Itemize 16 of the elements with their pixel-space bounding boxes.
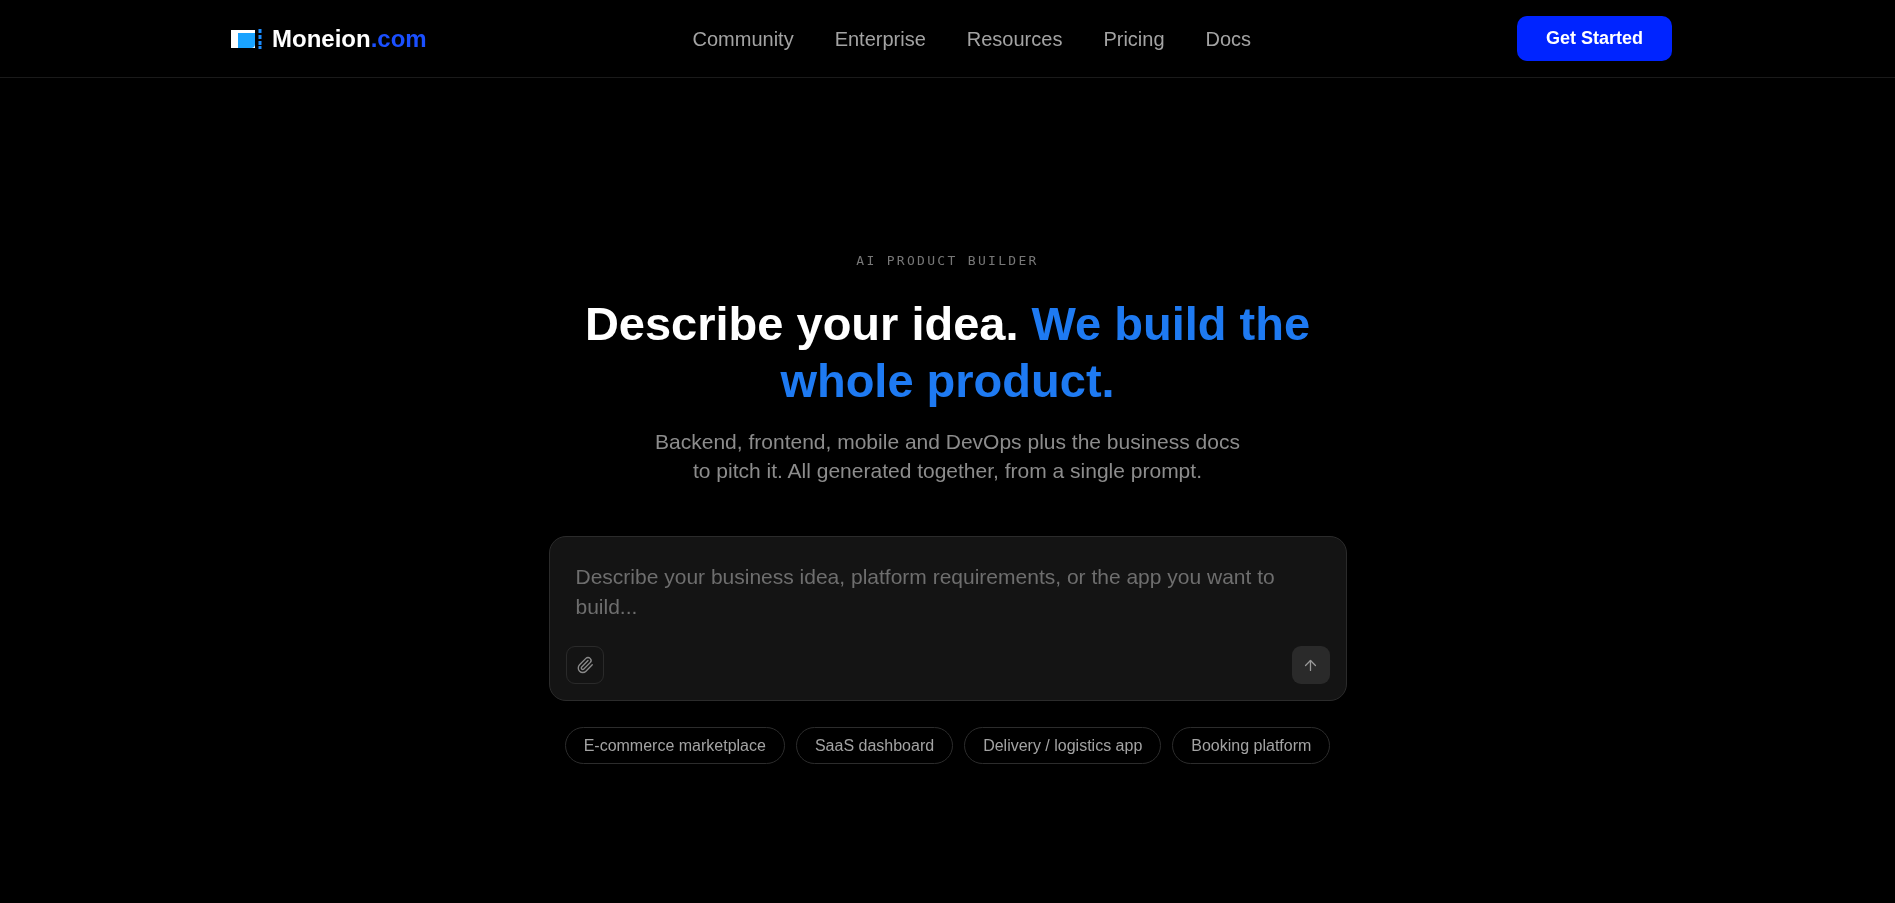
get-started-button[interactable]: Get Started bbox=[1516, 16, 1672, 61]
eyebrow-label: AI PRODUCT BUILDER bbox=[856, 252, 1039, 269]
nav-link[interactable]: Resources bbox=[966, 26, 1063, 51]
nav-link[interactable]: Enterprise bbox=[834, 26, 926, 51]
hero-heading: Describe your idea. We build the whole product. bbox=[583, 296, 1312, 409]
nav-link[interactable]: Pricing bbox=[1103, 26, 1165, 51]
paperclip-icon bbox=[575, 656, 594, 674]
nav-link[interactable]: Docs bbox=[1205, 26, 1252, 51]
logo-icon bbox=[231, 28, 262, 49]
logo-wordmark[interactable]: Moneion.com bbox=[272, 24, 427, 53]
nav-link[interactable]: Community bbox=[692, 26, 794, 51]
send-button[interactable] bbox=[1291, 646, 1330, 684]
attach-button[interactable] bbox=[565, 646, 604, 684]
hero-subtitle: Backend, frontend, mobile and DevOps plus the business docs to pitch it. All generated together, from a single prompt. bbox=[654, 429, 1241, 484]
prompt-box[interactable]: Describe your business idea, platform requirements, or the app you want to build... bbox=[548, 536, 1347, 701]
prompt-field[interactable]: Describe your business idea, platform requirements, or the app you want to build... bbox=[565, 553, 1330, 632]
